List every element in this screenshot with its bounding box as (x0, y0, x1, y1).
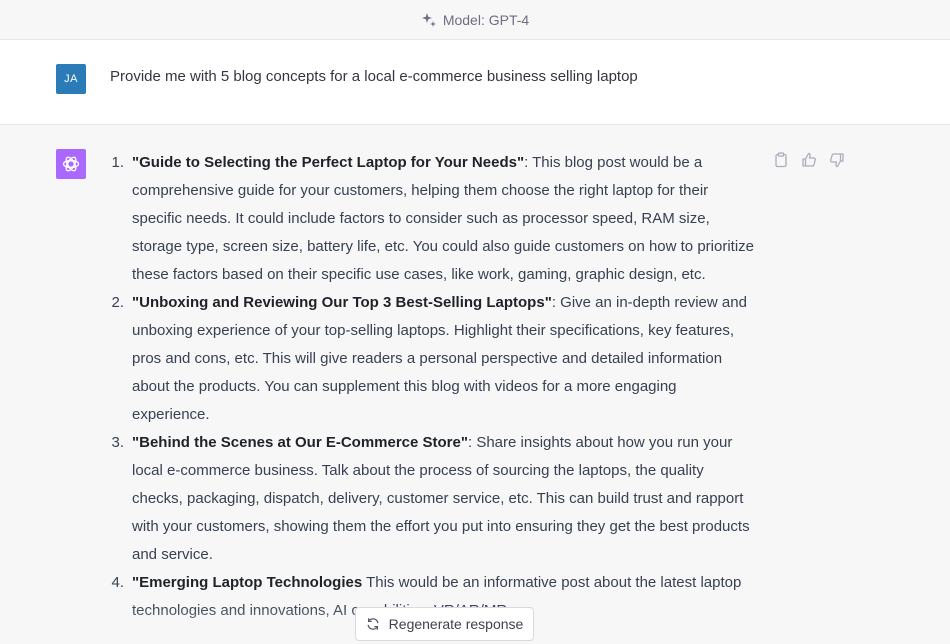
thumbs-down-icon[interactable] (829, 152, 845, 168)
regenerate-label: Regenerate response (388, 616, 524, 632)
model-header: Model: GPT-4 (0, 0, 950, 40)
list-item-number: 1. (111, 154, 124, 171)
clipboard-icon[interactable] (773, 152, 789, 168)
refresh-icon (366, 617, 380, 631)
model-label: Model: GPT-4 (442, 11, 530, 28)
user-message-text: Provide me with 5 blog concepts for a lo… (110, 68, 638, 85)
list-item-body: : Share insights about how you run your … (132, 434, 750, 563)
list-item-title: "Behind the Scenes at Our E-Commerce Sto… (132, 434, 468, 451)
user-avatar: JA (56, 64, 86, 94)
assistant-answer: 1. "Guide to Selecting the Perfect Lapto… (108, 149, 758, 625)
blog-concept-list: 1. "Guide to Selecting the Perfect Lapto… (108, 149, 758, 625)
regenerate-response-button[interactable]: Regenerate response (355, 607, 534, 641)
list-item: 2. "Unboxing and Reviewing Our Top 3 Bes… (108, 289, 758, 429)
list-item-number: 2. (111, 294, 124, 311)
list-item-title: "Unboxing and Reviewing Our Top 3 Best-S… (132, 294, 552, 311)
list-item-title: "Guide to Selecting the Perfect Laptop f… (132, 154, 525, 171)
list-item-body: : Give an in-depth review and unboxing e… (132, 294, 747, 423)
list-item-body: : This blog post would be a comprehensiv… (132, 154, 755, 283)
sparkle-icon (421, 12, 437, 28)
list-item-title: "Emerging Laptop Technologies (132, 574, 363, 591)
user-message-row: JA Provide me with 5 blog concepts for a… (0, 40, 950, 125)
list-item: 3. "Behind the Scenes at Our E-Commerce … (108, 429, 758, 569)
thumbs-up-icon[interactable] (801, 152, 817, 168)
assistant-message-row: 1. "Guide to Selecting the Perfect Lapto… (0, 125, 950, 644)
message-actions (773, 152, 845, 168)
list-item-number: 3. (111, 434, 124, 451)
openai-logo-icon (56, 149, 86, 179)
list-item-number: 4. (111, 574, 124, 591)
list-item: 1. "Guide to Selecting the Perfect Lapto… (108, 149, 758, 289)
